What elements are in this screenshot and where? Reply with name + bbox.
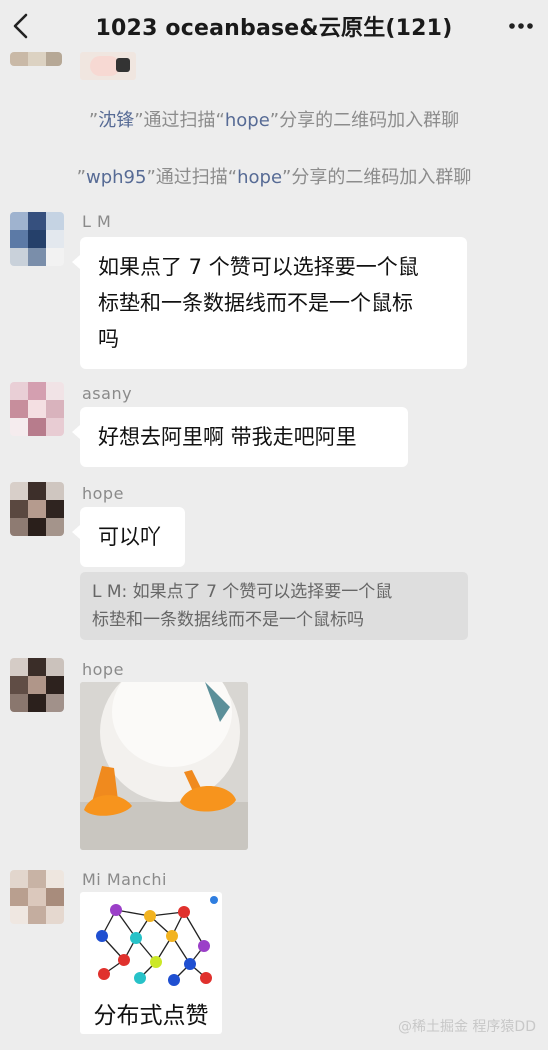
member-link[interactable]: hope (225, 110, 270, 131)
watermark: @稀土掘金 程序猿DD (398, 1016, 536, 1036)
system-message: ”沈锋”通过扫描“hope”分享的二维码加入群聊 (88, 110, 460, 131)
quote-line: L M: 如果点了 7 个赞可以选择要一个鼠 (92, 582, 393, 602)
quoted-message[interactable]: L M: 如果点了 7 个赞可以选择要一个鼠 标垫和一条数据线而不是一个鼠标吗 (80, 572, 468, 640)
chat-header: 1023 oceanbase&云原生(121) (0, 0, 548, 52)
avatar[interactable] (10, 212, 64, 266)
avatar[interactable] (10, 482, 64, 536)
sender-name: hope (82, 484, 124, 503)
more-horizontal-icon[interactable] (508, 14, 534, 38)
duck-feet-icon (80, 682, 248, 850)
sender-name: L M (82, 212, 112, 231)
system-message: ”wph95”通过扫描“hope”分享的二维码加入群聊 (76, 167, 472, 188)
message-line: 标垫和一条数据线而不是一个鼠标 (98, 291, 413, 315)
message-bubble[interactable]: 好想去阿里啊 带我走吧阿里 (72, 407, 408, 467)
message-bubble[interactable]: 可以吖 (72, 507, 185, 567)
sender-name: asany (82, 384, 133, 403)
network-diagram-sticker[interactable]: 分布式点赞 (80, 892, 222, 1034)
avatar[interactable] (10, 870, 64, 924)
chat-title: 1023 oceanbase&云原生(121) (95, 16, 453, 41)
sticker[interactable] (80, 52, 136, 80)
message-bubble[interactable]: 如果点了 7 个赞可以选择要一个鼠 标垫和一条数据线而不是一个鼠标 吗 (72, 237, 467, 369)
message-line: 可以吖 (98, 525, 161, 549)
sender-name: Mi Manchi (82, 870, 167, 889)
message-line: 吗 (98, 327, 119, 351)
message-line: 好想去阿里啊 带我走吧阿里 (98, 425, 357, 449)
watermark-text: @稀土掘金 程序猿DD (397, 1019, 536, 1035)
network-graph-icon (96, 896, 218, 986)
message-line: 如果点了 7 个赞可以选择要一个鼠 (98, 255, 419, 279)
member-link[interactable]: hope (237, 167, 282, 188)
avatar[interactable] (10, 52, 62, 66)
avatar[interactable] (10, 658, 64, 712)
sticker-caption: 分布式点赞 (93, 1003, 209, 1029)
duck-feet-sticker[interactable] (80, 682, 248, 850)
quote-line: 标垫和一条数据线而不是一个鼠标吗 (92, 610, 364, 630)
member-link[interactable]: 沈锋 (98, 110, 134, 131)
avatar[interactable] (10, 382, 64, 436)
member-link[interactable]: wph95 (86, 167, 146, 188)
sender-name: hope (82, 660, 124, 679)
